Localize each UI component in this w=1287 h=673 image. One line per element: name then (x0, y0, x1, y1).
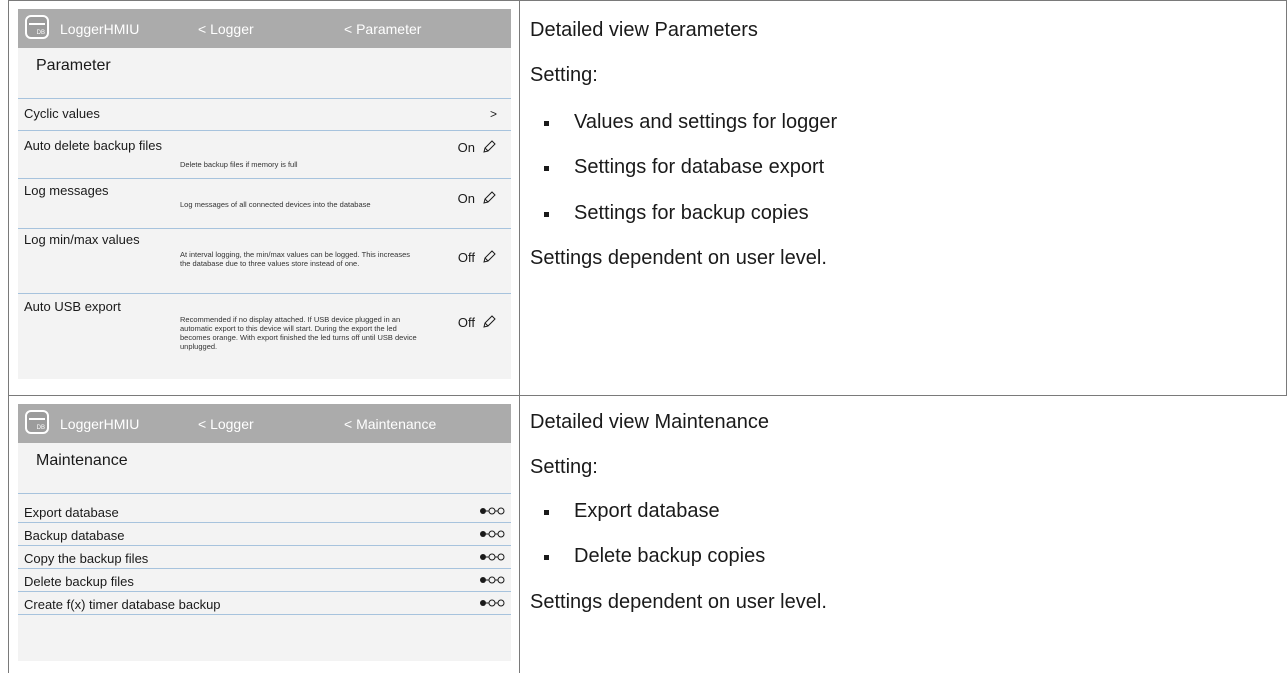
row-log-min-max[interactable]: Log min/max values At interval logging, … (18, 229, 511, 294)
row-delete-backup-files[interactable]: Delete backup files (18, 569, 511, 592)
action-dots-icon[interactable] (479, 507, 505, 515)
table-row-divider (8, 395, 1287, 396)
action-dots-icon[interactable] (479, 530, 505, 538)
screen-header: DB LoggerHMIU < Logger < Maintenance (18, 404, 511, 443)
user-level-note: Settings dependent on user level. (530, 591, 827, 613)
setting-label: Setting: (530, 456, 598, 478)
pencil-icon[interactable] (481, 190, 497, 206)
maintenance-screen: DB LoggerHMIU < Logger < Maintenance Mai… (18, 404, 511, 661)
row-export-database[interactable]: Export database (18, 500, 511, 523)
action-dots-icon[interactable] (479, 553, 505, 561)
app-name: LoggerHMIU (60, 416, 140, 432)
page-title: Maintenance (18, 443, 511, 494)
chevron-right-icon: > (489, 107, 497, 121)
parameter-screen: DB LoggerHMIU < Logger < Parameter Param… (18, 9, 511, 379)
row-create-timer-backup[interactable]: Create f(x) timer database backup (18, 592, 511, 615)
row-copy-backup-files[interactable]: Copy the backup files (18, 546, 511, 569)
breadcrumb-maintenance[interactable]: < Maintenance (344, 416, 436, 432)
row-auto-usb-export[interactable]: Auto USB export Recommended if no displa… (18, 294, 511, 374)
row-log-messages[interactable]: Log messages Log messages of all connect… (18, 179, 511, 229)
table-border-left (8, 0, 9, 673)
table-border-middle (519, 0, 520, 673)
value-text: On (457, 190, 475, 206)
page-title: Parameter (18, 48, 511, 99)
row-backup-database[interactable]: Backup database (18, 523, 511, 546)
user-level-note: Settings dependent on user level. (530, 247, 827, 269)
database-logo-icon[interactable]: DB (25, 15, 49, 39)
breadcrumb-parameter[interactable]: < Parameter (344, 21, 421, 37)
breadcrumb-logger[interactable]: < Logger (198, 416, 254, 432)
action-dots-icon[interactable] (479, 576, 505, 584)
value-text: On (457, 139, 475, 155)
value-text: Off (457, 249, 475, 265)
value-text: Off (457, 314, 475, 330)
row-auto-delete-backup[interactable]: Auto delete backup files Delete backup f… (18, 131, 511, 179)
row-cyclic-values[interactable]: Cyclic values > (18, 99, 511, 131)
action-dots-icon[interactable] (479, 599, 505, 607)
breadcrumb-logger[interactable]: < Logger (198, 21, 254, 37)
app-name: LoggerHMIU (60, 21, 140, 37)
section-heading: Detailed view Parameters (530, 19, 758, 41)
setting-label: Setting: (530, 64, 598, 86)
database-logo-icon[interactable]: DB (25, 410, 49, 434)
pencil-icon[interactable] (481, 249, 497, 265)
pencil-icon[interactable] (481, 314, 497, 330)
screen-header: DB LoggerHMIU < Logger < Parameter (18, 9, 511, 48)
section-heading: Detailed view Maintenance (530, 411, 770, 433)
table-border-top (8, 0, 1287, 1)
pencil-icon[interactable] (481, 139, 497, 155)
